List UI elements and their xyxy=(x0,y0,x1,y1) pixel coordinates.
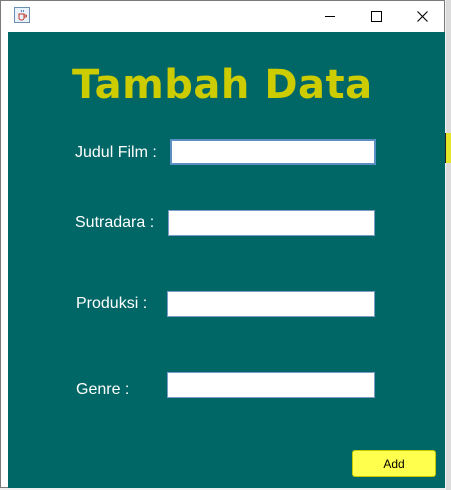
form-panel: Tambah Data Judul Film : Sutradara : Pro… xyxy=(8,32,445,488)
sutradara-input[interactable] xyxy=(168,210,375,236)
form-heading: Tambah Data xyxy=(72,62,373,108)
minimize-button[interactable] xyxy=(307,1,353,31)
maximize-button[interactable] xyxy=(353,1,399,31)
minimize-icon xyxy=(325,15,335,17)
close-button[interactable] xyxy=(399,1,445,31)
genre-label: Genre : xyxy=(76,381,130,398)
produksi-label: Produksi : xyxy=(76,295,148,312)
produksi-input[interactable] xyxy=(167,291,375,317)
genre-input[interactable] xyxy=(167,372,375,398)
title-bar[interactable] xyxy=(1,1,444,31)
app-window: Tambah Data Judul Film : Sutradara : Pro… xyxy=(0,0,445,488)
add-button[interactable]: Add xyxy=(352,450,436,477)
background-app-highlight xyxy=(444,133,451,163)
java-cup-icon[interactable] xyxy=(14,7,30,23)
judul-film-label: Judul Film : xyxy=(75,144,157,161)
sutradara-label: Sutradara : xyxy=(75,214,155,231)
judul-film-input[interactable] xyxy=(170,139,376,165)
maximize-icon xyxy=(370,10,382,22)
close-icon xyxy=(416,10,428,22)
